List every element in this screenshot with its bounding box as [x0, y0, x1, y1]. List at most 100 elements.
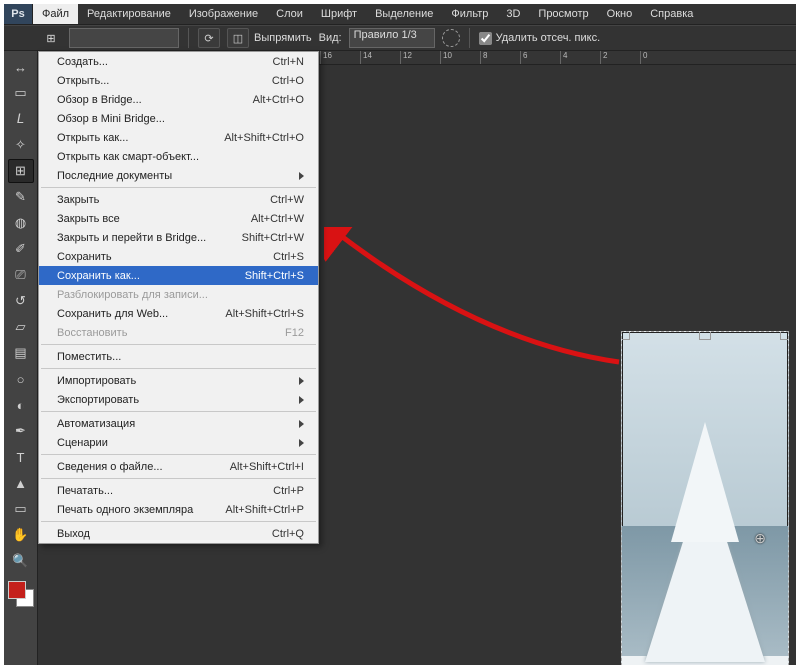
- marquee-tool[interactable]: ▭: [8, 81, 34, 105]
- file-menu-item[interactable]: Закрыть и перейти в Bridge...Shift+Ctrl+…: [39, 228, 318, 247]
- file-menu-item[interactable]: Экспортировать: [39, 390, 318, 409]
- delete-cropped-checkbox[interactable]: Удалить отсеч. пикс.: [479, 32, 601, 45]
- file-menu-item[interactable]: Обзор в Bridge...Alt+Ctrl+O: [39, 90, 318, 109]
- file-menu-item[interactable]: Закрыть всеAlt+Ctrl+W: [39, 209, 318, 228]
- menubar: Ps ФайлРедактированиеИзображениеСлоиШриф…: [4, 4, 796, 25]
- eyedropper-tool[interactable]: ✎: [8, 185, 34, 209]
- brush-tool[interactable]: ✐: [8, 237, 34, 261]
- file-menu-item[interactable]: Импортировать: [39, 371, 318, 390]
- ruler-tick: 10: [440, 51, 480, 64]
- menu-просмотр[interactable]: Просмотр: [529, 4, 597, 24]
- straighten-icon[interactable]: ◫: [227, 28, 249, 48]
- preset-select[interactable]: [69, 28, 179, 48]
- submenu-arrow-icon: [299, 377, 304, 385]
- file-menu-item[interactable]: Автоматизация: [39, 414, 318, 433]
- delete-cropped-label: Удалить отсеч. пикс.: [496, 32, 601, 44]
- menu-изображение[interactable]: Изображение: [180, 4, 267, 24]
- dodge-tool[interactable]: ◐: [8, 393, 34, 417]
- eraser-tool[interactable]: ▱: [8, 315, 34, 339]
- file-menu-item[interactable]: ВыходCtrl+Q: [39, 524, 318, 543]
- menu-item-label: Создать...: [57, 56, 273, 68]
- crop-handle-top-left[interactable]: [621, 331, 630, 340]
- path-select-tool[interactable]: ▲: [8, 471, 34, 495]
- menu-item-label: Сведения о файле...: [57, 461, 230, 473]
- menu-item-shortcut: Alt+Ctrl+O: [253, 94, 304, 106]
- menu-редактирование[interactable]: Редактирование: [78, 4, 180, 24]
- file-menu-item[interactable]: ЗакрытьCtrl+W: [39, 190, 318, 209]
- pen-tool[interactable]: ✒: [8, 419, 34, 443]
- file-menu-item[interactable]: Открыть...Ctrl+O: [39, 71, 318, 90]
- crop-tool[interactable]: ⊞: [8, 159, 34, 183]
- menu-item-shortcut: Alt+Ctrl+W: [251, 213, 304, 225]
- menu-item-shortcut: Ctrl+O: [272, 75, 304, 87]
- file-menu-item[interactable]: Сценарии: [39, 433, 318, 452]
- healing-brush-tool[interactable]: ◍: [8, 211, 34, 235]
- app-window: Ps ФайлРедактированиеИзображениеСлоиШриф…: [4, 4, 796, 665]
- gradient-tool[interactable]: ▤: [8, 341, 34, 365]
- view-select[interactable]: Правило 1/3: [349, 28, 435, 48]
- zoom-tool[interactable]: 🔍: [8, 549, 34, 573]
- menu-item-label: Печатать...: [57, 485, 273, 497]
- rotate-icon[interactable]: ⟳: [198, 28, 220, 48]
- menu-слои[interactable]: Слои: [267, 4, 312, 24]
- menu-item-shortcut: Shift+Ctrl+S: [245, 270, 304, 282]
- submenu-arrow-icon: [299, 396, 304, 404]
- file-menu-item[interactable]: Открыть как...Alt+Shift+Ctrl+O: [39, 128, 318, 147]
- file-menu-item[interactable]: Открыть как смарт-объект...: [39, 147, 318, 166]
- menu-item-shortcut: Shift+Ctrl+W: [242, 232, 304, 244]
- file-menu-item[interactable]: Создать...Ctrl+N: [39, 52, 318, 71]
- submenu-arrow-icon: [299, 439, 304, 447]
- menu-item-label: Разблокировать для записи...: [57, 289, 304, 301]
- settings-gear-icon[interactable]: [442, 29, 460, 47]
- stamp-tool[interactable]: ⎚: [8, 263, 34, 287]
- file-menu-item[interactable]: Сохранить как...Shift+Ctrl+S: [39, 266, 318, 285]
- menu-item-label: Сохранить как...: [57, 270, 245, 282]
- file-menu-item[interactable]: Сохранить для Web...Alt+Shift+Ctrl+S: [39, 304, 318, 323]
- menu-item-label: Поместить...: [57, 351, 304, 363]
- tool-panel: ↔▭𝘓✧⊞✎◍✐⎚↺▱▤○◐✒T▲▭✋🔍: [4, 51, 38, 665]
- menu-файл[interactable]: Файл: [33, 4, 78, 24]
- menu-выделение[interactable]: Выделение: [366, 4, 442, 24]
- crop-handle-top-right[interactable]: [780, 331, 789, 340]
- blur-tool[interactable]: ○: [8, 367, 34, 391]
- shape-tool[interactable]: ▭: [8, 497, 34, 521]
- crop-handle-top[interactable]: [699, 331, 711, 340]
- file-menu-item[interactable]: Печать одного экземпляраAlt+Shift+Ctrl+P: [39, 500, 318, 519]
- annotation-arrow: [324, 227, 624, 402]
- options-bar: ⊞ ⟳ ◫ Выпрямить Вид: Правило 1/3 Удалить…: [4, 25, 796, 51]
- file-menu-item: Разблокировать для записи...: [39, 285, 318, 304]
- menu-справка[interactable]: Справка: [641, 4, 702, 24]
- menu-item-shortcut: Ctrl+Q: [272, 528, 304, 540]
- straighten-label: Выпрямить: [254, 32, 312, 44]
- move-tool[interactable]: ↔: [8, 55, 34, 79]
- menu-item-shortcut: Ctrl+S: [273, 251, 304, 263]
- canvas-document[interactable]: ⊕: [621, 331, 789, 665]
- file-menu-item[interactable]: Сведения о файле...Alt+Shift+Ctrl+I: [39, 457, 318, 476]
- crop-center-icon: ⊕: [754, 530, 766, 547]
- color-swatches[interactable]: [8, 581, 34, 607]
- lasso-tool[interactable]: 𝘓: [8, 107, 34, 131]
- delete-cropped-check[interactable]: [479, 32, 492, 45]
- ruler-tick: 2: [600, 51, 640, 64]
- menu-3d[interactable]: 3D: [497, 4, 529, 24]
- file-menu-item[interactable]: СохранитьCtrl+S: [39, 247, 318, 266]
- menu-item-label: Сценарии: [57, 437, 299, 449]
- file-menu-item[interactable]: Печатать...Ctrl+P: [39, 481, 318, 500]
- ruler-ticks: 1614121086420: [320, 51, 680, 64]
- file-menu-item[interactable]: Обзор в Mini Bridge...: [39, 109, 318, 128]
- menu-item-label: Закрыть: [57, 194, 270, 206]
- type-tool[interactable]: T: [8, 445, 34, 469]
- submenu-arrow-icon: [299, 420, 304, 428]
- menu-фильтр[interactable]: Фильтр: [442, 4, 497, 24]
- menu-item-label: Автоматизация: [57, 418, 299, 430]
- history-brush-tool[interactable]: ↺: [8, 289, 34, 313]
- menu-item-shortcut: Alt+Shift+Ctrl+I: [230, 461, 304, 473]
- file-menu-item[interactable]: Поместить...: [39, 347, 318, 366]
- hand-tool[interactable]: ✋: [8, 523, 34, 547]
- menu-шрифт[interactable]: Шрифт: [312, 4, 366, 24]
- ruler-tick: 4: [560, 51, 600, 64]
- menu-окно[interactable]: Окно: [598, 4, 642, 24]
- file-menu-item[interactable]: Последние документы: [39, 166, 318, 185]
- menu-item-shortcut: Alt+Shift+Ctrl+O: [224, 132, 304, 144]
- magic-wand-tool[interactable]: ✧: [8, 133, 34, 157]
